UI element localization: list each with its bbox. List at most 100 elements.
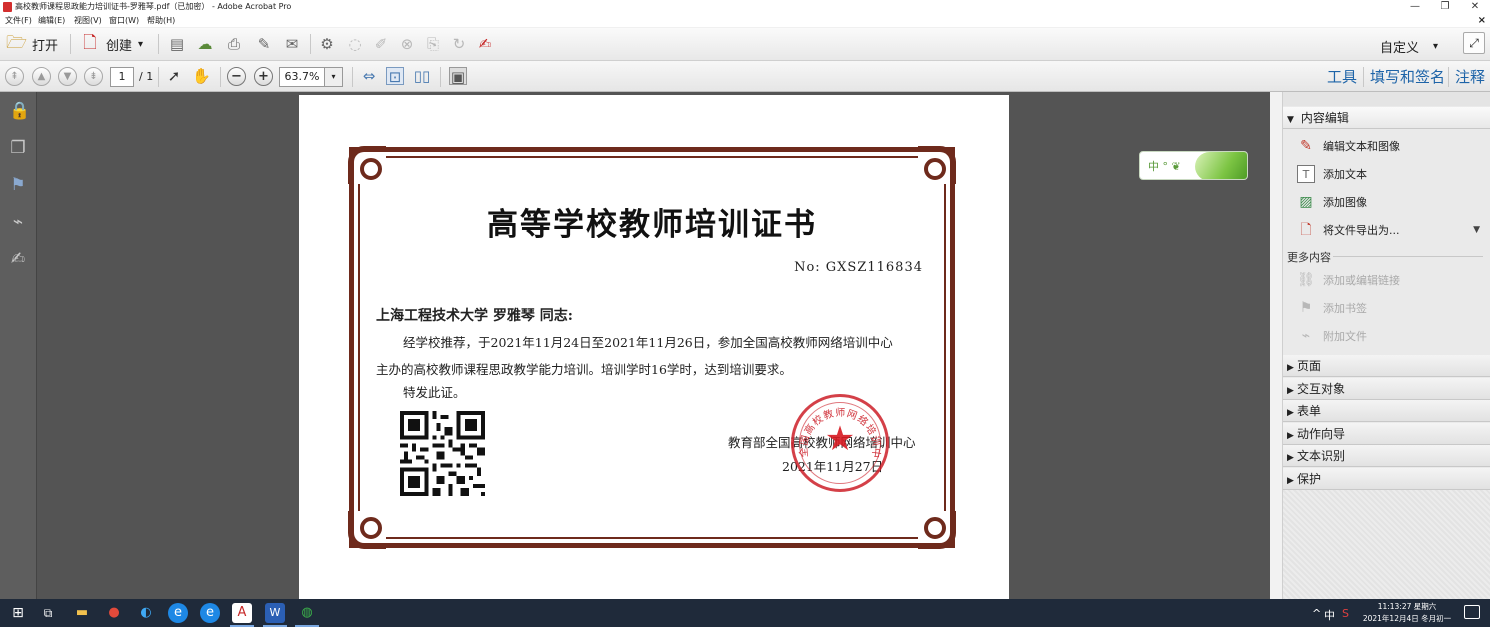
- right-task-pane: ▼ 内容编辑 ✎ 编辑文本和图像 T 添加文本 ▨ 添加图像 🗋 将文件导出为.…: [1270, 92, 1490, 599]
- select-arrow-icon[interactable]: ➚: [165, 67, 183, 85]
- add-image-item[interactable]: ▨ 添加图像: [1297, 191, 1367, 213]
- print-icon[interactable]: ⎙: [225, 35, 243, 53]
- fit-page-icon[interactable]: ⊡: [386, 67, 404, 86]
- acrobat-taskbar-icon[interactable]: A: [232, 603, 252, 623]
- export-file-item[interactable]: 🗋 将文件导出为...: [1297, 219, 1399, 241]
- expanded-arrow-icon: ▼: [1287, 115, 1294, 125]
- system-tray: ^ 中 S 11:13:27 星期六 2021年12月4日 冬月初一: [1290, 599, 1490, 627]
- add-text-icon: T: [1297, 165, 1315, 183]
- settings-icon[interactable]: ⚙: [318, 35, 336, 53]
- section-interactive-objects[interactable]: ▶ 交互对象: [1283, 378, 1490, 400]
- window-controls: — ❐ ✕: [1400, 0, 1490, 14]
- tab-comment[interactable]: 注释: [1455, 66, 1485, 87]
- menu-file[interactable]: 文件(F): [5, 14, 32, 27]
- ornament-corner-icon: [348, 511, 386, 549]
- collapsed-arrow-icon: ▶: [1287, 363, 1294, 373]
- document-viewport[interactable]: 高等学校教师培训证书 No: GXSZ116834 上海工程技术大学 罗雅琴 同…: [37, 92, 1270, 599]
- maximize-button[interactable]: ❐: [1430, 0, 1460, 14]
- next-page-icon: ▼: [58, 67, 77, 86]
- hand-tool-icon[interactable]: ✋: [192, 67, 211, 85]
- tab-tools[interactable]: 工具: [1327, 66, 1357, 87]
- pane-empty-area: [1283, 490, 1490, 599]
- first-page-icon: ⇞: [5, 67, 24, 86]
- zoom-dropdown[interactable]: ▾: [325, 67, 343, 87]
- notification-icon[interactable]: [1464, 605, 1480, 619]
- attachment-panel-icon[interactable]: ⌁: [9, 213, 27, 231]
- minimize-button[interactable]: —: [1400, 0, 1430, 14]
- attach-icon: ⌁: [1301, 328, 1311, 344]
- zoom-input[interactable]: 63.7%: [279, 67, 325, 87]
- last-page-icon: ⇟: [84, 67, 103, 86]
- open-button[interactable]: 🗁 打开: [6, 34, 58, 54]
- fit-width-icon[interactable]: ⇔: [360, 67, 378, 85]
- edit-document-icon[interactable]: ✎: [255, 35, 273, 53]
- browser-app-icon[interactable]: e: [168, 603, 188, 623]
- seal-star-icon: ★: [824, 419, 856, 459]
- rotate-page-icon: ↻: [452, 35, 466, 53]
- zoom-in-icon[interactable]: +: [254, 67, 273, 86]
- lock-icon[interactable]: 🔒: [9, 102, 30, 120]
- comment-icon: ◌: [348, 35, 362, 53]
- menu-edit[interactable]: 编辑(E): [38, 14, 65, 27]
- attach-file-item: ⌁ 附加文件: [1297, 325, 1367, 347]
- ornament-corner-icon: [918, 146, 956, 184]
- close-document-button[interactable]: ×: [1478, 14, 1486, 27]
- section-protection[interactable]: ▶ 保护: [1283, 468, 1490, 490]
- menu-help[interactable]: 帮助(H): [147, 14, 175, 27]
- app-red-icon[interactable]: ●: [104, 603, 124, 623]
- add-text-item[interactable]: T 添加文本: [1297, 163, 1367, 185]
- page-thumbnails-icon[interactable]: ❐: [9, 139, 27, 157]
- ime-floating-toolbar[interactable]: 中 ° ❦: [1139, 151, 1248, 180]
- word-icon[interactable]: W: [265, 603, 285, 623]
- edge-browser-icon[interactable]: ◐: [136, 603, 156, 623]
- two-page-icon[interactable]: ▯▯: [413, 67, 431, 85]
- system-clock[interactable]: 11:13:27 星期六 2021年12月4日 冬月初一: [1362, 601, 1452, 625]
- main-toolbar: 🗁 打开 🗋 创建 ▾ ▤ ☁ ⎙ ✎ ✉ ⚙ ◌ ✐ ⊗ ⎘ ↻ ✍ 自定义 …: [0, 28, 1490, 61]
- certificate-number: No: GXSZ116834: [794, 260, 923, 275]
- browser-app-icon-2[interactable]: e: [200, 603, 220, 623]
- bookmark-icon: ⚑: [1299, 300, 1313, 316]
- read-mode-icon[interactable]: ▣: [449, 67, 467, 86]
- create-button[interactable]: 🗋 创建 ▾: [80, 34, 143, 54]
- certificate-recipient: 上海工程技术大学 罗雅琴 同志:: [376, 308, 573, 324]
- close-button[interactable]: ✕: [1460, 0, 1490, 14]
- task-view-icon[interactable]: ⧉: [38, 603, 58, 623]
- collapsed-arrow-icon: ▶: [1287, 453, 1294, 463]
- expand-icon[interactable]: ⤢: [1463, 32, 1485, 54]
- zoom-out-icon[interactable]: −: [227, 67, 246, 86]
- sogou-input-icon[interactable]: S: [1342, 607, 1349, 620]
- page-number-input[interactable]: 1: [110, 67, 134, 87]
- menu-window[interactable]: 窗口(W): [109, 14, 139, 27]
- section-pages[interactable]: ▶ 页面: [1283, 355, 1490, 377]
- tools-panel: ▼ 内容编辑 ✎ 编辑文本和图像 T 添加文本 ▨ 添加图像 🗋 将文件导出为.…: [1283, 92, 1490, 599]
- collapsed-arrow-icon: ▶: [1287, 408, 1294, 418]
- add-bookmark-item: ⚑ 添加书签: [1297, 297, 1367, 319]
- section-forms[interactable]: ▶ 表单: [1283, 400, 1490, 422]
- export-file-icon: 🗋: [1300, 222, 1312, 238]
- file-explorer-icon[interactable]: ▬: [72, 603, 92, 623]
- ime-indicator[interactable]: 中: [1324, 607, 1335, 623]
- pane-scrollbar[interactable]: [1270, 92, 1283, 599]
- extract-page-icon: ⎘: [426, 35, 439, 53]
- email-icon[interactable]: ✉: [283, 35, 301, 53]
- cloud-upload-icon[interactable]: ☁: [196, 35, 214, 53]
- ornament-corner-icon: [348, 146, 386, 184]
- save-icon[interactable]: ▤: [168, 35, 186, 53]
- section-content-edit[interactable]: ▼ 内容编辑: [1283, 107, 1490, 129]
- body-line: 经学校推荐，于2021年11月24日至2021年11月26日，参加全国高校教师网…: [403, 335, 893, 350]
- menu-view[interactable]: 视图(V): [74, 14, 102, 27]
- tray-expand-icon[interactable]: ^: [1312, 607, 1321, 620]
- bookmark-panel-icon[interactable]: ⚑: [9, 176, 27, 194]
- sign-icon[interactable]: ✍: [476, 35, 494, 53]
- customize-dropdown[interactable]: 自定义 ▾: [1380, 37, 1438, 56]
- start-windows-icon[interactable]: ⊞: [8, 603, 28, 623]
- ime-mode-label[interactable]: 中 ° ❦: [1148, 158, 1181, 174]
- wechat-icon[interactable]: ◍: [297, 603, 317, 623]
- edit-text-image-item[interactable]: ✎ 编辑文本和图像: [1297, 135, 1400, 157]
- page-total: / 1: [139, 70, 154, 83]
- section-text-recognition[interactable]: ▶ 文本识别: [1283, 445, 1490, 467]
- tab-fill-sign[interactable]: 填写和签名: [1370, 66, 1445, 87]
- export-dropdown-arrow-icon[interactable]: ▼: [1473, 225, 1480, 235]
- signature-panel-icon[interactable]: ✍: [9, 250, 27, 268]
- section-action-wizard[interactable]: ▶ 动作向导: [1283, 423, 1490, 445]
